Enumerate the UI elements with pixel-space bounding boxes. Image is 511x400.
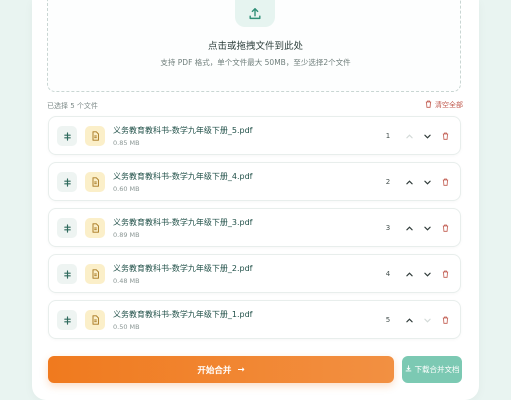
move-down-icon[interactable] (422, 131, 432, 141)
move-up-icon[interactable] (404, 315, 414, 325)
start-merge-label: 开始合并 (197, 365, 232, 376)
move-down-icon[interactable] (422, 177, 432, 187)
delete-icon[interactable] (440, 269, 450, 279)
file-size: 0.50 MB (113, 323, 140, 331)
drag-handle-icon[interactable] (57, 126, 77, 146)
drag-handle-icon[interactable] (57, 172, 77, 192)
pdf-file-icon (85, 264, 105, 284)
clear-all-label: 清空全部 (435, 101, 463, 109)
download-merged-label: 下载合并文档 (414, 365, 460, 374)
download-merged-button[interactable]: 下载合并文档 (402, 356, 462, 383)
drag-handle-icon[interactable] (57, 264, 77, 284)
file-name: 义务教育教科书-数学九年级下册_5.pdf (113, 126, 253, 135)
file-row[interactable]: 义务教育教科书-数学九年级下册_1.pdf 0.50 MB 5 (48, 300, 461, 339)
file-row[interactable]: 义务教育教科书-数学九年级下册_5.pdf 0.85 MB 1 (48, 116, 461, 155)
move-up-icon[interactable] (404, 223, 414, 233)
file-row[interactable]: 义务教育教科书-数学九年级下册_3.pdf 0.89 MB 3 (48, 208, 461, 247)
file-name: 义务教育教科书-数学九年级下册_2.pdf (113, 264, 253, 273)
move-down-icon[interactable] (422, 315, 432, 325)
file-name: 义务教育教科书-数学九年级下册_1.pdf (113, 310, 253, 319)
delete-icon[interactable] (440, 177, 450, 187)
pdf-file-icon (85, 310, 105, 330)
trash-icon (425, 100, 432, 110)
move-up-icon[interactable] (404, 269, 414, 279)
file-size: 0.48 MB (113, 277, 140, 285)
drag-handle-icon[interactable] (57, 310, 77, 330)
file-size: 0.60 MB (113, 185, 140, 193)
move-down-icon[interactable] (422, 269, 432, 279)
file-order: 5 (385, 316, 391, 324)
delete-icon[interactable] (440, 131, 450, 141)
delete-icon[interactable] (440, 315, 450, 325)
clear-all-button[interactable]: 清空全部 (425, 100, 463, 110)
delete-icon[interactable] (440, 223, 450, 233)
selected-count: 已选择 5 个文件 (47, 102, 98, 110)
move-down-icon[interactable] (422, 223, 432, 233)
file-order: 4 (385, 270, 391, 278)
pdf-file-icon (85, 172, 105, 192)
file-name: 义务教育教科书-数学九年级下册_3.pdf (113, 218, 253, 227)
file-order: 1 (385, 132, 391, 140)
pdf-file-icon (85, 126, 105, 146)
file-size: 0.89 MB (113, 231, 140, 239)
arrow-right-icon: → (237, 364, 245, 375)
file-order: 2 (385, 178, 391, 186)
pdf-file-icon (85, 218, 105, 238)
drag-handle-icon[interactable] (57, 218, 77, 238)
download-icon (405, 365, 412, 374)
dropzone-title: 点击或拖拽文件到此处 (207, 41, 303, 52)
file-order: 3 (385, 224, 391, 232)
start-merge-button[interactable]: 开始合并 → (48, 356, 394, 383)
file-size: 0.85 MB (113, 139, 140, 147)
file-name: 义务教育教科书-数学九年级下册_4.pdf (113, 172, 253, 181)
move-up-icon[interactable] (404, 177, 414, 187)
dropzone-hint: 支持 PDF 格式，单个文件最大 50MB，至少选择2个文件 (160, 58, 351, 67)
move-up-icon[interactable] (404, 131, 414, 141)
file-row[interactable]: 义务教育教科书-数学九年级下册_2.pdf 0.48 MB 4 (48, 254, 461, 293)
upload-icon[interactable] (235, 0, 275, 27)
file-row[interactable]: 义务教育教科书-数学九年级下册_4.pdf 0.60 MB 2 (48, 162, 461, 201)
